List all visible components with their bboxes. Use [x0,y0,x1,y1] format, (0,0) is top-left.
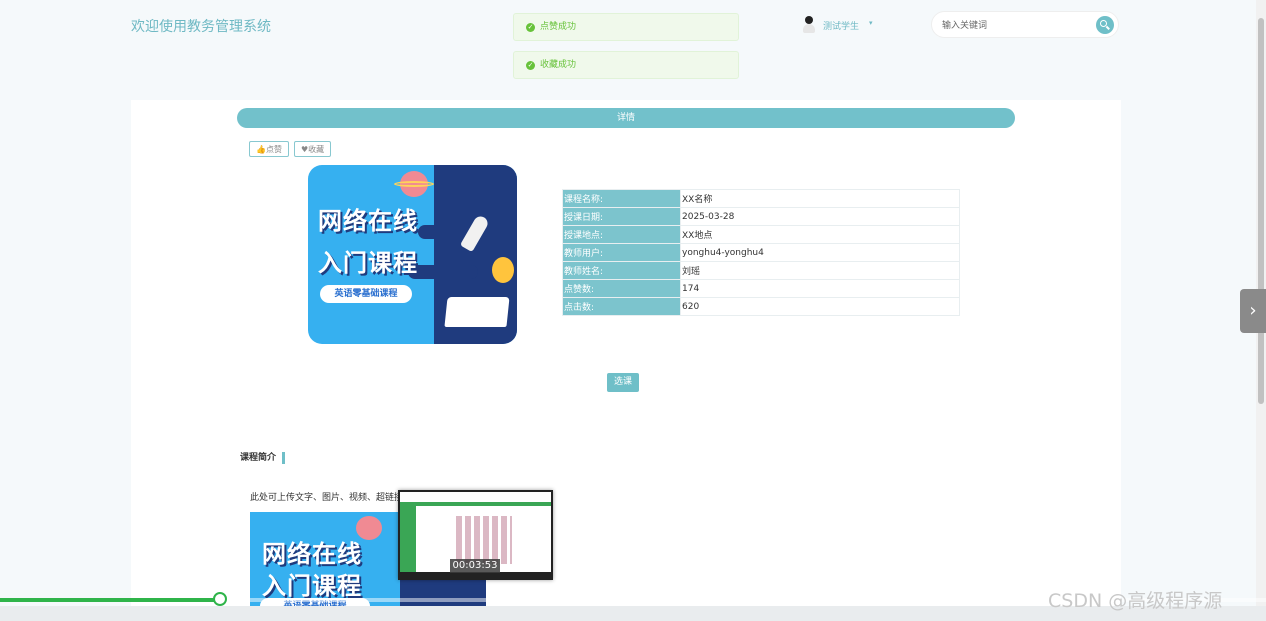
row-key: 授课地点: [562,225,681,244]
cover-pill: 英语零基础课程 [320,285,412,303]
row-key: 教师用户: [562,243,681,262]
search-box [931,11,1119,38]
select-course-button[interactable]: 选课 [607,373,639,392]
toast-text: 点赞成功 [540,22,577,32]
row-value: 刘瑶 [680,261,960,280]
table-row: 点击数: 620 [562,297,960,316]
table-row: 授课日期: 2025-03-28 [562,207,960,226]
cover-line-1: 网络在线 [318,207,418,235]
row-key: 授课日期: [562,207,681,226]
video-progress-fill [0,598,220,602]
check-circle-icon: ✓ [526,23,535,32]
like-button[interactable]: 👍点赞 [249,141,289,157]
favorite-button[interactable]: ♥收藏 [294,141,332,157]
site-title: 欢迎使用教务管理系统 [131,19,271,35]
video-progress-knob[interactable] [213,592,227,606]
intro-image-line-2: 入门课程 [262,572,362,600]
course-cover-image: 网络在线 入门课程 英语零基础课程 [308,165,517,344]
detail-title-bar: 详情 [237,108,1015,128]
intro-heading: 课程简介 [240,452,286,464]
row-value: XX名称 [680,189,960,208]
chevron-right-icon[interactable]: › [1240,289,1266,333]
course-info-table: 课程名称: XX名称 授课日期: 2025-03-28 授课地点: XX地点 教师用户… [562,189,960,316]
row-key: 点击数: [562,297,681,316]
intro-text: 此处可上传文字、图片、视频、超链接 [250,493,404,503]
search-input[interactable] [940,17,1094,35]
toast-favorite-success: ✓ 收藏成功 [513,51,739,79]
video-preview-thumbnail: 00:03:53 [398,490,553,580]
row-value: yonghu4-yonghu4 [680,243,960,262]
toast-text: 收藏成功 [540,60,577,70]
row-value: XX地点 [680,225,960,244]
table-row: 点赞数: 174 [562,279,960,298]
intro-image-line-1: 网络在线 [262,540,362,568]
check-circle-icon: ✓ [526,61,535,70]
row-value: 2025-03-28 [680,207,960,226]
toast-like-success: ✓ 点赞成功 [513,13,739,41]
cover-line-2: 入门课程 [318,249,418,277]
avatar [803,16,815,34]
row-value: 174 [680,279,960,298]
watermark: CSDN @高级程序源 [1048,590,1223,612]
table-row: 课程名称: XX名称 [562,189,960,208]
table-row: 教师用户: yonghu4-yonghu4 [562,243,960,262]
user-name[interactable]: 测试学生 [823,19,859,32]
preview-timestamp: 00:03:53 [450,559,500,573]
row-key: 课程名称: [562,189,681,208]
scrollbar-thumb[interactable] [1258,18,1264,404]
search-button[interactable] [1096,16,1114,34]
row-value: 620 [680,297,960,316]
row-key: 点赞数: [562,279,681,298]
table-row: 教师姓名: 刘瑶 [562,261,960,280]
row-key: 教师姓名: [562,261,681,280]
table-row: 授课地点: XX地点 [562,225,960,244]
chevron-down-icon[interactable]: ▾ [869,19,873,27]
